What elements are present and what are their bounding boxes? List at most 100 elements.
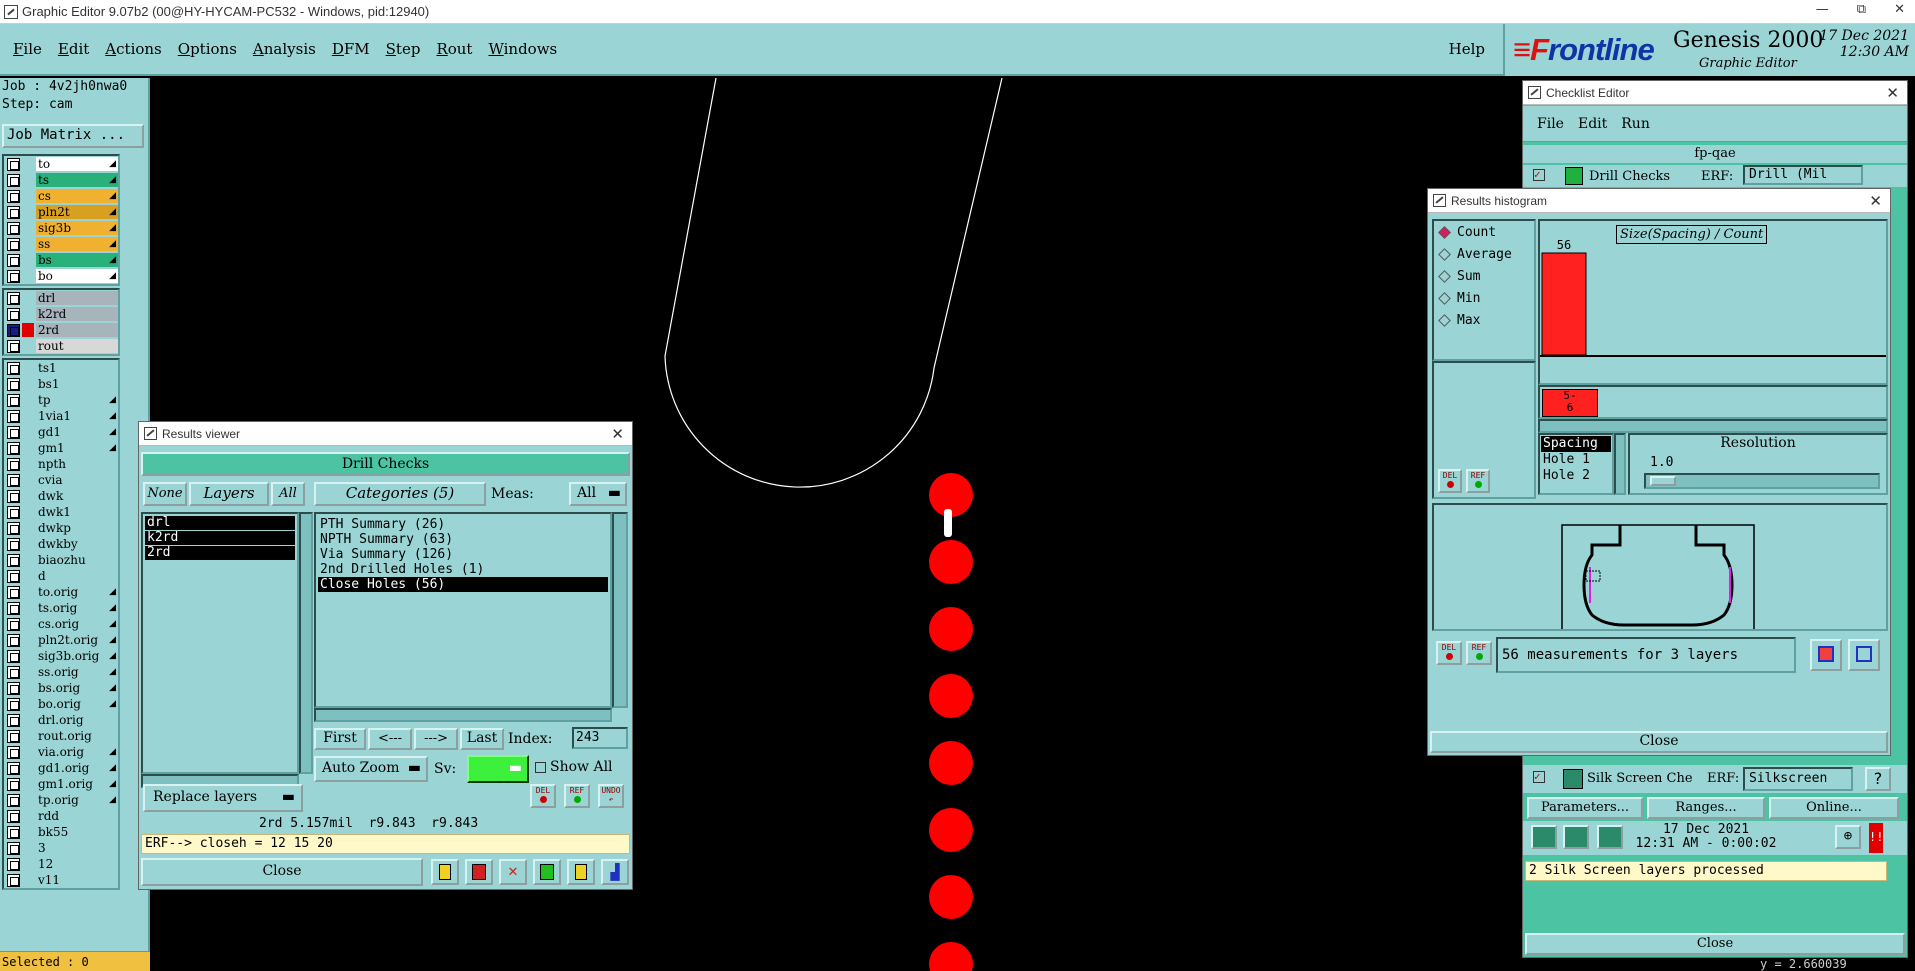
layer-name[interactable]: cvia — [36, 473, 118, 487]
radio-icon[interactable] — [1438, 269, 1451, 283]
minimize-icon[interactable]: — — [1816, 2, 1829, 17]
last-button[interactable]: Last — [460, 728, 504, 750]
checklist-row-silk[interactable]: ✓ Silk Screen Che ERF: Silkscreen ? — [1523, 765, 1907, 793]
layer-display-checkbox[interactable] — [7, 745, 20, 759]
radio-icon[interactable] — [1438, 313, 1451, 327]
measure-list-item[interactable]: Hole 2 — [1541, 468, 1611, 484]
layers-scrollbar[interactable] — [299, 512, 313, 774]
layer-row[interactable]: pln2t ◢ — [4, 204, 118, 220]
layers-button[interactable]: Layers — [189, 482, 269, 506]
layer-display-checkbox[interactable] — [7, 339, 20, 353]
layer-display-checkbox[interactable] — [7, 841, 20, 855]
layer-name[interactable]: dwkp — [36, 521, 118, 535]
close-icon[interactable]: ✕ — [1894, 2, 1905, 17]
close-icon[interactable]: ✕ — [1869, 192, 1882, 210]
layer-row[interactable]: k2rd — [4, 306, 118, 322]
layer-display-checkbox[interactable] — [7, 377, 20, 391]
hist-ref-button[interactable]: REF — [1466, 469, 1490, 493]
layer-name[interactable]: sig3b ◢ — [36, 221, 118, 235]
category-item[interactable]: Close Holes (56) — [318, 577, 608, 592]
menu-rout[interactable]: Rout — [436, 40, 472, 58]
layer-list-item[interactable]: drl — [145, 516, 295, 530]
layer-row[interactable]: v11 — [4, 872, 118, 888]
layer-display-checkbox[interactable] — [7, 189, 20, 203]
resolution-slider-thumb[interactable] — [1650, 476, 1676, 486]
histogram-hscrollbar[interactable] — [1538, 419, 1888, 433]
layer-row[interactable]: drl — [4, 290, 118, 306]
layer-row[interactable]: sig3b.orig ◢ — [4, 648, 118, 664]
layer-display-checkbox[interactable] — [7, 489, 20, 503]
layer-display-checkbox[interactable] — [7, 291, 20, 305]
layer-row[interactable]: ts ◢ — [4, 172, 118, 188]
checklist-row-drill[interactable]: ✓ Drill Checks ERF: Drill (Mil — [1523, 165, 1907, 187]
layer-name[interactable]: ss.orig ◢ — [36, 665, 118, 679]
exclamation-icon[interactable] — [431, 859, 459, 885]
category-item[interactable]: PTH Summary (26) — [318, 517, 608, 532]
categories-hscrollbar[interactable] — [314, 708, 612, 722]
layer-name[interactable]: biaozhu — [36, 553, 118, 567]
layer-row[interactable]: bs ◢ — [4, 252, 118, 268]
preview-del-button[interactable]: DEL — [1436, 641, 1462, 665]
meas-dropdown[interactable]: All ▬ — [569, 482, 627, 506]
layer-list-item[interactable]: k2rd — [145, 531, 295, 545]
sv-color-dropdown[interactable]: ▬ — [467, 755, 529, 783]
layer-name[interactable]: gm1.orig ◢ — [36, 777, 118, 791]
menu-options[interactable]: Options — [178, 40, 237, 58]
measure-list-item[interactable]: Spacing — [1541, 436, 1611, 452]
layer-display-checkbox[interactable] — [7, 393, 20, 407]
category-item[interactable]: NPTH Summary (63) — [318, 532, 608, 547]
layer-display-checkbox[interactable] — [7, 697, 20, 711]
layer-name[interactable]: bo.orig ◢ — [36, 697, 118, 711]
silk-erf-value[interactable]: Silkscreen — [1743, 767, 1853, 791]
layer-row[interactable]: ts1 — [4, 360, 118, 376]
parameters-button[interactable]: Parameters... — [1527, 797, 1643, 819]
next-button[interactable]: ---> — [414, 728, 458, 750]
layer-row[interactable]: dwk — [4, 488, 118, 504]
menu-actions[interactable]: Actions — [105, 40, 161, 58]
statistic-option[interactable]: Sum — [1434, 265, 1534, 287]
layer-row[interactable]: biaozhu — [4, 552, 118, 568]
close-icon[interactable]: ✕ — [611, 425, 624, 443]
menu-edit[interactable]: Edit — [58, 40, 89, 58]
layer-row[interactable]: gm1 ◢ — [4, 440, 118, 456]
layer-row[interactable]: ss.orig ◢ — [4, 664, 118, 680]
layer-display-checkbox[interactable] — [7, 425, 20, 439]
layer-display-checkbox[interactable] — [7, 585, 20, 599]
layer-name[interactable]: dwk — [36, 489, 118, 503]
category-item[interactable]: Via Summary (126) — [318, 547, 608, 562]
layer-name[interactable]: cs ◢ — [36, 189, 118, 203]
none-button[interactable]: None — [143, 482, 187, 506]
layer-display-checkbox[interactable] — [7, 665, 20, 679]
layer-row[interactable]: 3 — [4, 840, 118, 856]
layer-name[interactable]: 3 — [36, 841, 118, 855]
online-button[interactable]: Online... — [1769, 797, 1899, 819]
layer-name[interactable]: 12 — [36, 857, 118, 871]
layer-display-checkbox[interactable] — [7, 873, 20, 887]
preview-ref-button[interactable]: REF — [1466, 641, 1492, 665]
layer-display-checkbox[interactable] — [7, 825, 20, 839]
layer-row[interactable]: cs ◢ — [4, 188, 118, 204]
hist-del-button[interactable]: DEL — [1438, 469, 1462, 493]
layer-row[interactable]: 12 — [4, 856, 118, 872]
layer-display-checkbox[interactable] — [7, 441, 20, 455]
report-icon[interactable] — [465, 859, 493, 885]
layer-display-checkbox[interactable] — [7, 173, 20, 187]
layer-row[interactable]: via.orig ◢ — [4, 744, 118, 760]
layer-row[interactable]: bs1 — [4, 376, 118, 392]
bin-label[interactable]: 5- 6 — [1542, 389, 1598, 417]
layer-name[interactable]: d — [36, 569, 118, 583]
row-check-icon[interactable]: ✓ — [1533, 771, 1545, 783]
radio-icon[interactable] — [1438, 247, 1451, 261]
layer-name[interactable]: bs ◢ — [36, 253, 118, 267]
layer-name[interactable]: dwkby — [36, 537, 118, 551]
layer-display-checkbox[interactable] — [7, 809, 20, 823]
zoom-icon[interactable]: ⊕ — [1835, 825, 1861, 849]
layer-name[interactable]: tp.orig ◢ — [36, 793, 118, 807]
layer-name[interactable]: to.orig ◢ — [36, 585, 118, 599]
layer-row[interactable]: bk55 — [4, 824, 118, 840]
undo-button[interactable]: UNDO ↶ — [598, 784, 624, 808]
layer-display-checkbox[interactable] — [7, 253, 20, 267]
results-close-button[interactable]: Close — [141, 858, 423, 886]
layer-name[interactable]: npth — [36, 457, 118, 471]
layer-display-checkbox[interactable] — [7, 793, 20, 807]
